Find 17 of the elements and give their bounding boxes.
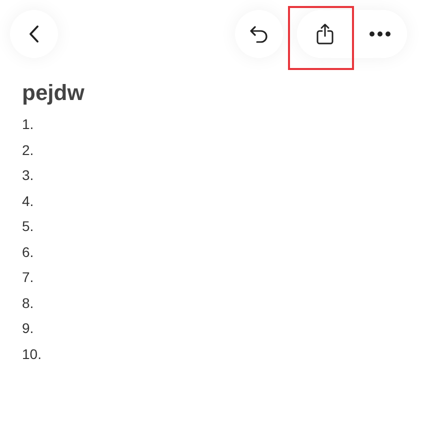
note-title: pejdw	[21, 79, 86, 106]
undo-icon	[249, 25, 269, 43]
list-number: 1.	[22, 116, 34, 132]
list-number: 2.	[22, 142, 34, 158]
more-icon	[368, 31, 390, 37]
highlight-frame	[288, 6, 354, 70]
back-icon	[29, 25, 39, 43]
list-number: 5.	[22, 218, 34, 234]
list-number: 10.	[22, 346, 42, 362]
list-number: 4.	[22, 192, 34, 208]
undo-button[interactable]	[235, 10, 283, 58]
list-number: 3.	[22, 167, 34, 183]
list-number: 8.	[22, 294, 34, 310]
share-icon	[316, 23, 334, 45]
list-number: 6.	[22, 244, 34, 260]
list-number: 9.	[22, 320, 34, 336]
list-number: 7.	[22, 269, 34, 285]
